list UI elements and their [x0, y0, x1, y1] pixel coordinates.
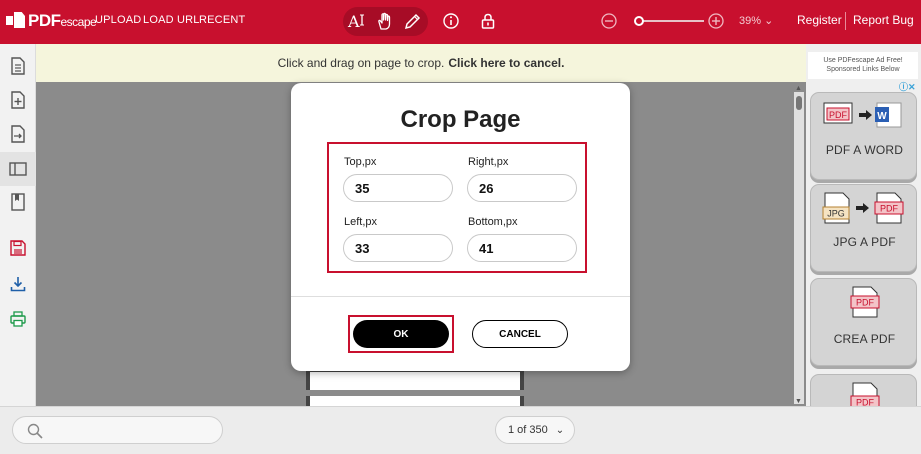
crop-instruction-text: Click and drag on page to crop. — [277, 56, 445, 70]
ad-label-jpg-pdf: JPG A PDF — [833, 235, 896, 249]
badge-word-text: W — [877, 111, 887, 122]
zoom-level-value: 39% — [739, 15, 762, 27]
badge-pdf-text-3: PDF — [856, 298, 875, 308]
text-tool-icon[interactable]: A — [347, 11, 367, 31]
hand-tool-icon[interactable] — [375, 11, 395, 31]
bookmark-page-icon[interactable] — [8, 192, 28, 212]
pdfescape-logo[interactable]: PDFescape — [6, 11, 97, 31]
nav-recent[interactable]: RECENT — [199, 14, 245, 26]
dialog-divider — [291, 296, 630, 297]
nav-upload[interactable]: UPLOAD — [95, 14, 141, 26]
ad-label-pdf-word: PDF A WORD — [825, 143, 904, 157]
chevron-down-icon: ⌄ — [764, 15, 774, 27]
register-link[interactable]: Register — [797, 13, 842, 27]
bottom-label: Bottom,px — [468, 216, 518, 228]
crop-fields-group: Top,px Right,px Left,px Bottom,px — [327, 142, 587, 273]
ok-button[interactable]: OK — [353, 320, 449, 348]
svg-text:A: A — [347, 12, 360, 31]
left-input[interactable] — [343, 234, 453, 262]
left-label: Left,px — [344, 216, 378, 228]
badge-jpg-text: JPG — [827, 209, 845, 219]
download-icon[interactable] — [8, 274, 28, 294]
canvas-scrollbar[interactable] — [794, 92, 804, 404]
zoom-slider-handle[interactable] — [634, 16, 644, 26]
zoom-out-icon[interactable] — [599, 11, 619, 31]
pencil-tool-icon[interactable] — [403, 11, 423, 31]
left-sidebar — [0, 44, 36, 406]
jpg-to-pdf-icon: JPG PDF — [822, 192, 904, 224]
zoom-level-select[interactable]: 39% ⌄ — [739, 14, 773, 27]
info-icon[interactable] — [441, 11, 461, 31]
pdf-page-preview — [306, 368, 524, 406]
canvas-scrollbar-thumb[interactable] — [796, 96, 802, 110]
logo-mark-icon — [6, 12, 26, 30]
pdf-to-word-icon: PDF W — [823, 102, 902, 128]
add-page-icon[interactable] — [8, 90, 28, 110]
top-input[interactable] — [343, 174, 453, 202]
logo-sub-text: escape — [60, 15, 97, 29]
badge-pdf-text: PDF — [829, 110, 848, 120]
dialog-title: Crop Page — [400, 106, 521, 133]
page-indicator: 1 of 350 — [508, 424, 548, 436]
right-label: Right,px — [468, 156, 509, 168]
move-page-icon[interactable] — [8, 124, 28, 144]
crop-instruction-bar: Click and drag on page to crop. Click he… — [36, 44, 806, 82]
right-input[interactable] — [467, 174, 577, 202]
ad-free-note[interactable]: Use PDFescape Ad Free! Sponsored Links Be… — [808, 52, 918, 79]
scroll-down-icon[interactable]: ▼ — [795, 398, 802, 405]
zoom-in-icon[interactable] — [706, 11, 726, 31]
ad-free-note-line1: Use PDFescape Ad Free! — [823, 57, 903, 64]
topbar-divider — [845, 12, 846, 30]
top-label: Top,px — [344, 156, 377, 168]
document-icon[interactable] — [8, 56, 28, 76]
bottom-input[interactable] — [467, 234, 577, 262]
ad-card-pdf-word[interactable]: PDF W PDF A WORD — [810, 92, 917, 180]
search-icon — [27, 423, 43, 439]
top-bar: PDFescape UPLOAD LOAD URL RECENT A 39% ⌄… — [0, 0, 921, 44]
lock-icon[interactable] — [478, 11, 498, 31]
cancel-crop-link[interactable]: Click here to cancel. — [448, 56, 564, 70]
report-bug-link[interactable]: Report Bug — [853, 13, 914, 27]
ad-label-crea-pdf: CREA PDF — [833, 332, 896, 346]
ad-card-jpg-pdf[interactable]: JPG PDF JPG A PDF — [810, 184, 917, 272]
print-icon[interactable] — [8, 309, 28, 329]
zoom-slider-track[interactable] — [636, 20, 704, 22]
logo-main-text: PDF — [28, 11, 61, 30]
ad-free-note-line2: Sponsored Links Below — [826, 66, 900, 73]
crop-page-dialog: Crop Page Top,px Right,px Left,px Bottom… — [291, 83, 630, 371]
scroll-up-icon[interactable]: ▲ — [795, 85, 802, 92]
create-pdf-icon: PDF — [850, 286, 880, 318]
sidebar-panel-icon[interactable] — [8, 159, 28, 179]
nav-load-url[interactable]: LOAD URL — [143, 14, 200, 26]
save-icon[interactable] — [8, 238, 28, 258]
search-input[interactable] — [12, 416, 223, 444]
cancel-button[interactable]: CANCEL — [472, 320, 568, 348]
chevron-down-icon: ⌄ — [555, 424, 565, 436]
badge-pdf-text-2: PDF — [880, 204, 899, 214]
ad-card-crea-pdf[interactable]: PDF CREA PDF — [810, 278, 917, 366]
page-selector[interactable]: 1 of 350 ⌄ — [495, 416, 575, 444]
